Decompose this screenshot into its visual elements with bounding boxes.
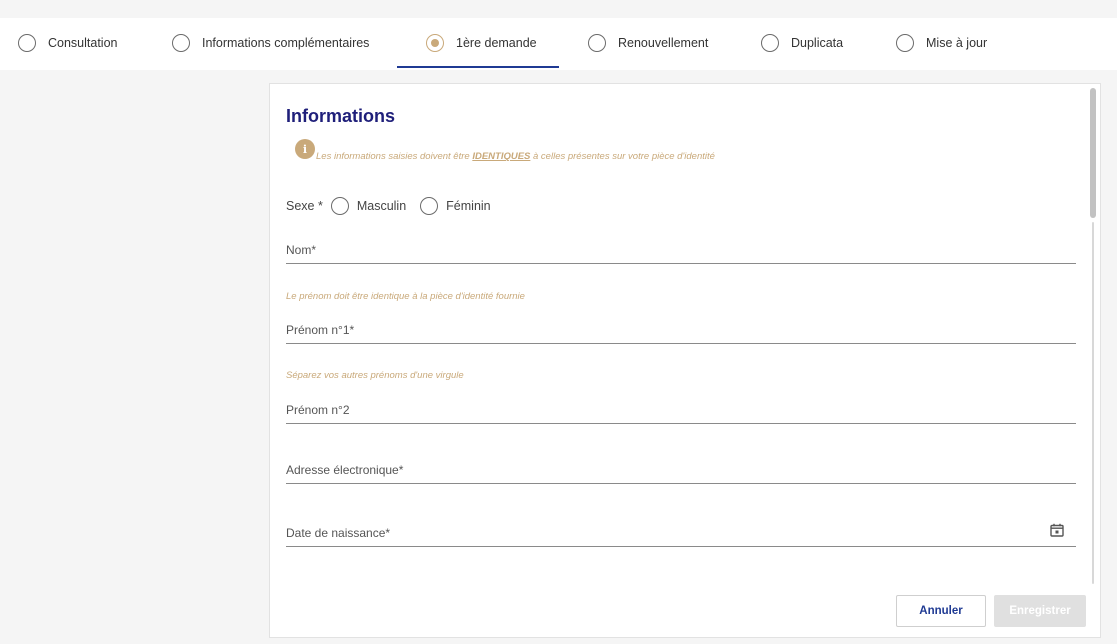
prenom1-label: Prénom n°1* (286, 323, 355, 337)
identity-notice-prefix: Les informations saisies doivent être (316, 151, 473, 162)
sexe-masculin-label: Masculin (356, 199, 407, 213)
prenom2-label: Prénom n°2 (286, 403, 350, 417)
tab-informations-complementaires-radio[interactable] (172, 34, 190, 52)
tab-renouvellement[interactable]: Renouvellement (588, 18, 708, 68)
tab-duplicata-radio[interactable] (761, 34, 779, 52)
tab-consultation-radio[interactable] (18, 34, 36, 52)
sexe-feminin-label: Féminin (446, 199, 491, 213)
tab-premiere-demande[interactable]: 1ère demande (426, 18, 537, 68)
tab-renouvellement-label: Renouvellement (618, 36, 709, 50)
sexe-masculin-radio[interactable] (330, 197, 349, 215)
email-field[interactable]: Adresse électronique* (286, 454, 1076, 484)
prenom1-field[interactable]: Prénom n°1* (286, 314, 1076, 344)
calendar-icon[interactable] (1050, 523, 1064, 537)
save-button[interactable]: Enregistrer (994, 595, 1086, 627)
identity-notice-suffix: à celles présentes sur votre pièce d'ide… (530, 151, 715, 162)
form-scrollbar-thumb[interactable] (1090, 88, 1096, 218)
tab-duplicata-label: Duplicata (791, 36, 844, 50)
tab-mise-a-jour[interactable]: Mise à jour (896, 18, 987, 68)
tab-duplicata[interactable]: Duplicata (761, 18, 843, 68)
form-scrollbar[interactable] (1088, 86, 1098, 586)
identity-notice: Les informations saisies doivent être ID… (316, 151, 715, 162)
prenom1-hint: Le prénom doit être identique à la pièce… (286, 291, 525, 302)
cancel-button[interactable]: Annuler (896, 595, 986, 627)
birthdate-label: Date de naissance* (286, 526, 391, 540)
tab-mise-a-jour-radio[interactable] (896, 34, 914, 52)
form-scrollbar-track (1092, 222, 1094, 584)
tab-renouvellement-radio[interactable] (588, 34, 606, 52)
tab-consultation[interactable]: Consultation (18, 18, 118, 68)
birthdate-field[interactable]: Date de naissance* (286, 517, 1076, 547)
tab-consultation-label: Consultation (48, 36, 118, 50)
prenom2-field[interactable]: Prénom n°2 (286, 394, 1076, 424)
tab-informations-complementaires-label: Informations complémentaires (202, 36, 370, 50)
tab-premiere-demande-label: 1ère demande (456, 36, 537, 50)
prenom2-hint: Séparez vos autres prénoms d'une virgule (286, 370, 464, 381)
tab-premiere-demande-radio[interactable] (426, 34, 444, 52)
form-title: Informations (286, 106, 396, 126)
tab-informations-complementaires[interactable]: Informations complémentaires (172, 18, 369, 68)
tab-mise-a-jour-label: Mise à jour (926, 36, 988, 50)
sexe-feminin-radio[interactable] (420, 197, 439, 215)
active-tab-indicator (397, 66, 559, 68)
informations-form-card: Informations i Les informations saisies … (269, 83, 1101, 638)
request-type-tabs: Consultation Informations complémentaire… (0, 18, 1117, 70)
nom-label: Nom* (286, 243, 317, 257)
sexe-radio-group: Sexe * Masculin Féminin (286, 197, 497, 215)
email-label: Adresse électronique* (286, 463, 404, 477)
nom-field[interactable]: Nom* (286, 234, 1076, 264)
info-icon: i (295, 139, 315, 159)
identity-notice-emphasis: IDENTIQUES (472, 151, 531, 162)
sexe-label: Sexe * (286, 199, 323, 213)
